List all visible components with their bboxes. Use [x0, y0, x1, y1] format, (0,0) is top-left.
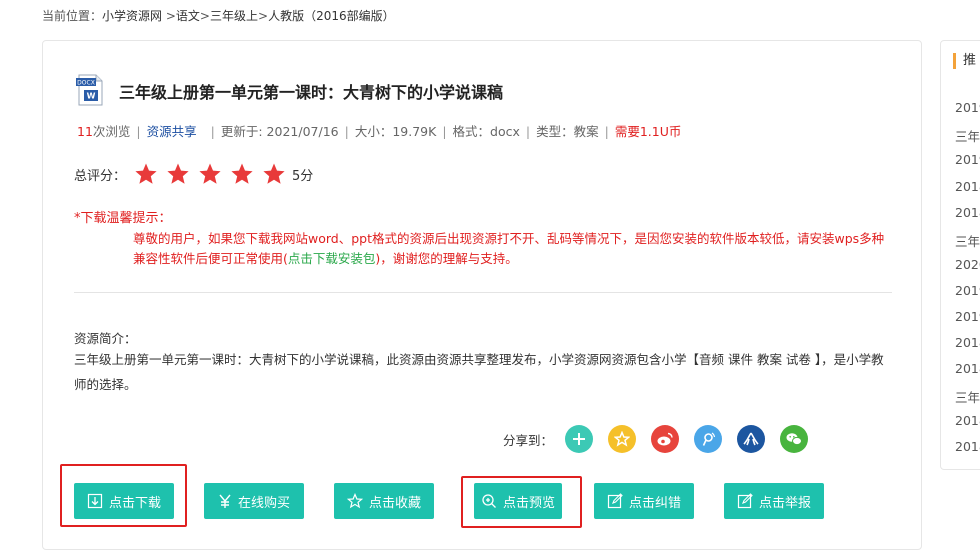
- views-count: 11: [77, 124, 93, 139]
- resource-title: 三年级上册第一单元第一课时：大青树下的小学说课稿: [119, 83, 504, 102]
- report-abuse-button[interactable]: 点击举报: [724, 483, 824, 519]
- svg-text:W: W: [87, 92, 96, 101]
- breadcrumb-grade-link[interactable]: 三年级上: [210, 9, 258, 23]
- sidebar-recommend-item[interactable]: 2018: [955, 413, 980, 428]
- report-abuse-button-label: 点击举报: [758, 495, 811, 511]
- update-date: 更新于: 2021/07/16: [220, 124, 339, 139]
- rating-star-icon: [231, 163, 253, 184]
- download-cost: 需要1.1U币: [614, 124, 682, 139]
- share-label: 分享到：: [503, 432, 554, 448]
- favorite-button-label: 点击收藏: [368, 495, 421, 511]
- rating-stars: [134, 162, 294, 186]
- sidebar-recommend-item[interactable]: 2019: [955, 152, 980, 167]
- breadcrumb: 当前位置：小学资源网 >语文>三年级上>人教版（2016部编版）: [42, 7, 395, 24]
- intro-body: 三年级上册第一单元第一课时：大青树下的小学说课稿，此资源由资源共享整理发布，小学…: [74, 352, 884, 392]
- rating-score: 5分: [292, 168, 314, 184]
- share-plus-icon[interactable]: [565, 425, 594, 453]
- share-tencent-weibo-icon[interactable]: [694, 425, 723, 453]
- breadcrumb-site-link[interactable]: 小学资源网: [102, 9, 162, 23]
- resource-detail-panel: DOCX W 三年级上册第一单元第一课时：大青树下的小学说课稿 11次浏览 | 资源…: [42, 40, 922, 550]
- breadcrumb-separator: >: [258, 9, 269, 23]
- rating-star-icon: [167, 163, 189, 184]
- tip-text-after: )，谢谢您的理解与支持。: [375, 251, 518, 266]
- file-format: 格式：docx: [452, 124, 520, 139]
- share-renren-icon[interactable]: [737, 425, 766, 453]
- divider: [74, 292, 892, 293]
- download-tip-title: *下载温馨提示：: [74, 211, 172, 226]
- share-bar: 分享到：: [503, 425, 823, 453]
- breadcrumb-subject-link[interactable]: 语文: [176, 9, 200, 23]
- star-outline-icon: [346, 493, 363, 509]
- sidebar-recommend-item[interactable]: 2018: [955, 179, 980, 194]
- buy-online-button[interactable]: 在线购买: [204, 483, 304, 519]
- rating-star-icon: [263, 163, 285, 184]
- sidebar-recommend-item[interactable]: 2020: [955, 257, 980, 272]
- share-weibo-icon[interactable]: [651, 425, 680, 453]
- breadcrumb-separator: >: [199, 9, 210, 23]
- rating: 总评分： 5分: [74, 162, 313, 186]
- breadcrumb-prefix: 当前位置：: [42, 9, 103, 23]
- sidebar-recommend-item[interactable]: 2018: [955, 335, 980, 350]
- sidebar-recommend-item[interactable]: 三年: [955, 231, 980, 250]
- sidebar-recommend-item[interactable]: 三年: [955, 387, 980, 406]
- share-qzone-icon[interactable]: [608, 425, 637, 453]
- rating-star-icon: [135, 163, 157, 184]
- rating-star-icon: [199, 163, 221, 184]
- resource-type: 类型：教案: [536, 124, 599, 139]
- report-error-button-label: 点击纠错: [628, 495, 681, 511]
- sidebar-recommend-item[interactable]: 2018: [955, 205, 980, 220]
- file-size: 大小：19.79K: [354, 124, 437, 139]
- buy-online-button-label: 在线购买: [237, 495, 290, 511]
- edit-icon: [737, 493, 753, 509]
- yuan-icon: [219, 494, 231, 508]
- file-icon-label: DOCX: [77, 80, 95, 87]
- install-package-link[interactable]: 点击下载安装包: [288, 251, 376, 266]
- docx-file-icon: DOCX W: [76, 74, 103, 106]
- sidebar-recommend-item[interactable]: 2019: [955, 283, 980, 298]
- download-tip-body: 尊敬的用户，如果您下载我网站word、ppt格式的资源后出现资源打不开、乱码等情…: [133, 229, 895, 269]
- edit-icon: [607, 493, 623, 509]
- report-error-button[interactable]: 点击纠错: [594, 483, 694, 519]
- intro-label: 资源简介：: [74, 331, 137, 346]
- sidebar-recommend-item[interactable]: 2018: [955, 361, 980, 376]
- sidebar-recommend-item[interactable]: 2019: [955, 309, 980, 324]
- rating-label: 总评分：: [74, 168, 127, 184]
- highlight-download-box: [60, 464, 187, 527]
- favorite-button[interactable]: 点击收藏: [334, 483, 434, 519]
- sidebar-recommend-item[interactable]: 三年: [955, 126, 980, 145]
- sidebar-title: 推: [953, 53, 976, 69]
- share-wechat-icon[interactable]: [780, 425, 809, 453]
- sidebar-recommend-item[interactable]: 2018: [955, 439, 980, 454]
- sidebar-recommend-item[interactable]: 2019: [955, 100, 980, 115]
- views-suffix: 次浏览: [92, 124, 131, 139]
- highlight-preview-box: [461, 476, 582, 528]
- resource-meta: 11次浏览 | 资源共享 | 更新于: 2021/07/16 | 大小：19.79K | 格式：…: [77, 124, 682, 139]
- breadcrumb-separator: >: [162, 9, 176, 23]
- source-link[interactable]: 资源共享: [147, 124, 197, 139]
- recommend-sidebar: 推 2019 三年 2019 2018 2018 三年 2020 2019 2019 2018 20…: [940, 40, 980, 470]
- breadcrumb-edition-link[interactable]: 人教版（2016部编版）: [268, 9, 395, 23]
